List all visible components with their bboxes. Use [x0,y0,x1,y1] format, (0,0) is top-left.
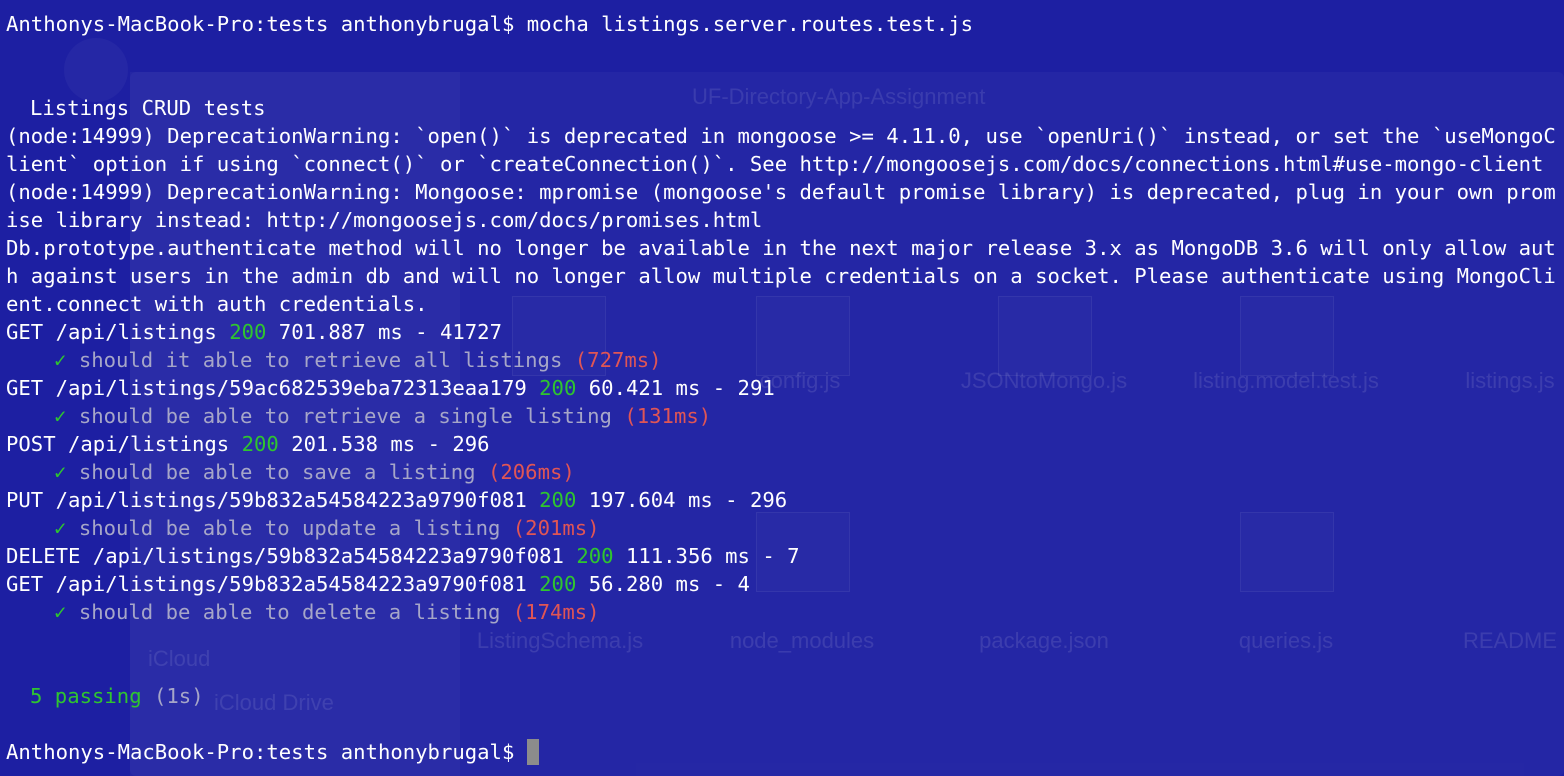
test-result-line: ✓ should be able to delete a listing (17… [6,598,1558,626]
test-result-line: ✓ should it able to retrieve all listing… [6,346,1558,374]
suite-title: Listings CRUD tests [30,96,266,120]
check-icon: ✓ [54,404,67,428]
deprecation-warning: (node:14999) DeprecationWarning: Mongoos… [6,180,1556,232]
status-code: 200 [539,488,577,512]
test-result-line: ✓ should be able to save a listing (206m… [6,458,1558,486]
status-code: 200 [539,376,577,400]
auth-deprecation-notice: Db.prototype.authenticate method will no… [6,236,1556,316]
test-title: should be able to save a listing [78,460,476,484]
shell-prompt: Anthonys-MacBook-Pro:tests anthonybrugal… [6,740,515,764]
status-code: 200 [229,320,267,344]
status-code: 200 [241,432,279,456]
request-log-line: GET /api/listings/59ac682539eba72313eaa1… [6,376,775,400]
test-result-line: ✓ should be able to update a listing (20… [6,514,1558,542]
request-log-line: GET /api/listings/59b832a54584223a9790f0… [6,572,750,596]
test-title: should it able to retrieve all listings [78,348,563,372]
test-title: should be able to update a listing [78,516,501,540]
text-cursor [526,739,539,765]
suite-title-line: Listings CRUD tests [6,94,1558,122]
test-title: should be able to retrieve a single list… [78,404,612,428]
request-log-line: DELETE /api/listings/59b832a54584223a979… [6,544,800,568]
test-duration: (174ms) [512,600,600,624]
request-log-line: GET /api/listings 200 701.887 ms - 41727 [6,320,502,344]
command-line: Anthonys-MacBook-Pro:tests anthonybrugal… [6,12,974,36]
status-code: 200 [576,544,614,568]
test-duration: (201ms) [512,516,600,540]
terminal-output[interactable]: Anthonys-MacBook-Pro:tests anthonybrugal… [6,10,1558,776]
request-log-line: PUT /api/listings/59b832a54584223a9790f0… [6,488,788,512]
test-duration: (206ms) [487,460,575,484]
check-icon: ✓ [54,600,67,624]
test-duration: (727ms) [574,348,662,372]
summary-line: 5 passing (1s) [6,682,1558,710]
status-code: 200 [539,572,577,596]
request-log-line: POST /api/listings 200 201.538 ms - 296 [6,432,490,456]
check-icon: ✓ [54,460,67,484]
test-duration: (131ms) [624,404,712,428]
total-duration: (1s) [154,684,204,708]
test-result-line: ✓ should be able to retrieve a single li… [6,402,1558,430]
test-title: should be able to delete a listing [78,600,501,624]
passing-count: 5 passing [30,684,142,708]
check-icon: ✓ [54,348,67,372]
check-icon: ✓ [54,516,67,540]
prompt-line[interactable]: Anthonys-MacBook-Pro:tests anthonybrugal… [6,738,1558,766]
deprecation-warning: (node:14999) DeprecationWarning: `open()… [6,124,1556,176]
